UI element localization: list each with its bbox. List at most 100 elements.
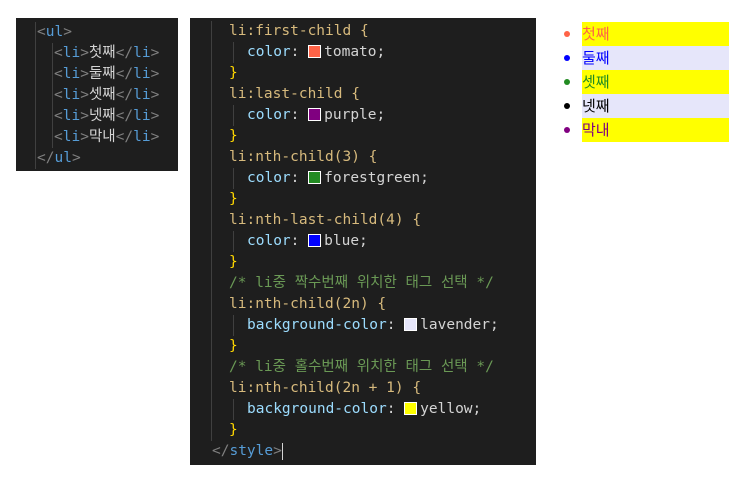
html-code-line: <li>셋째</li>	[16, 85, 178, 106]
css-selector: li:last-child {	[229, 86, 360, 102]
list-item-label: 둘째	[582, 46, 729, 70]
css-value: purple	[324, 107, 377, 123]
css-code-line: color: forestgreen;	[190, 168, 536, 189]
css-code-line: /* li중 짝수번째 위치한 태그 선택 */	[190, 273, 536, 294]
color-swatch[interactable]	[308, 170, 322, 184]
indent-guide	[211, 42, 212, 63]
list-item-label: 막내	[582, 118, 729, 142]
indent-guide	[35, 43, 36, 64]
list-item: 첫째	[562, 22, 729, 46]
style-end-tag: style	[229, 443, 274, 459]
list-item: 넷째	[562, 94, 729, 118]
close-tag-name: li	[133, 129, 151, 145]
html-code-line: <li>첫째</li>	[16, 43, 178, 64]
css-selector: li:nth-child(2n + 1) {	[229, 380, 422, 396]
css-code-line: li:nth-child(3) {	[190, 147, 536, 168]
indent-guide	[211, 105, 212, 126]
indent-guide	[35, 22, 36, 43]
text-cursor	[281, 442, 283, 460]
css-value: tomato	[324, 44, 377, 60]
close-tag-name: li	[133, 66, 151, 82]
css-code-line: /* li중 홀수번째 위치한 태그 선택 */	[190, 357, 536, 378]
css-code-line: color: purple;	[190, 105, 536, 126]
closing-brace: }	[229, 128, 238, 144]
open-tag-name: li	[62, 108, 81, 124]
css-code-line: </style>	[212, 442, 283, 460]
closing-brace: }	[229, 191, 238, 207]
list-item-text: 넷째	[88, 108, 116, 124]
css-code-line: }	[190, 252, 536, 273]
indent-guide	[233, 315, 234, 336]
bullet-icon	[564, 79, 570, 85]
css-selector: li:nth-child(2n) {	[229, 296, 387, 312]
css-code-line: }	[190, 63, 536, 84]
bullet-icon	[564, 127, 570, 133]
list-item: 셋째	[562, 70, 729, 94]
css-property: color	[247, 107, 291, 123]
html-code-line: </ul>	[16, 148, 178, 169]
css-code-line: }	[190, 189, 536, 210]
css-property: color	[247, 170, 291, 186]
css-selector: li:nth-child(3) {	[229, 149, 378, 165]
color-swatch[interactable]	[308, 233, 322, 247]
html-code-editor[interactable]: <ul> <li>첫째</li> <li>둘째</li> <li>셋째</li> <li…	[16, 18, 178, 171]
css-comment: /* li중 짝수번째 위치한 태그 선택 */	[229, 275, 494, 291]
html-code-line: <li>막내</li>	[16, 127, 178, 148]
indent-guide	[233, 168, 234, 189]
indent-guide	[211, 168, 212, 189]
list-item: 막내	[562, 118, 729, 142]
css-code-line: color: tomato;	[190, 42, 536, 63]
close-tag-name: li	[133, 108, 151, 124]
indent-guide	[211, 126, 212, 147]
open-tag-name: li	[62, 129, 81, 145]
close-tag-name: li	[133, 45, 151, 61]
color-swatch[interactable]	[308, 107, 322, 121]
css-code-line: li:nth-last-child(4) {	[190, 210, 536, 231]
indent-guide	[211, 420, 212, 441]
indent-guide	[35, 64, 36, 85]
color-swatch[interactable]	[404, 401, 418, 415]
open-tag-name: ul	[45, 24, 64, 40]
css-comment: /* li중 홀수번째 위치한 태그 선택 */	[229, 359, 494, 375]
closing-brace: }	[229, 254, 238, 270]
indent-guide	[211, 399, 212, 420]
list-item-text: 셋째	[88, 87, 116, 103]
html-code-line: <li>둘째</li>	[16, 64, 178, 85]
indent-guide	[35, 85, 36, 106]
indent-guide	[211, 147, 212, 168]
indent-guide	[52, 106, 53, 127]
css-code-line: li:nth-child(2n + 1) {	[190, 378, 536, 399]
indent-guide	[211, 21, 212, 42]
indent-guide	[233, 399, 234, 420]
color-swatch[interactable]	[308, 44, 322, 58]
html-code-line: <li>넷째</li>	[16, 106, 178, 127]
css-selector: li:nth-last-child(4) {	[229, 212, 422, 228]
close-tag-name: li	[133, 87, 151, 103]
indent-guide	[52, 127, 53, 148]
list-item-text: 막내	[88, 129, 116, 145]
closing-brace: }	[229, 338, 238, 354]
close-tag-name: ul	[54, 150, 72, 166]
indent-guide	[35, 127, 36, 148]
indent-guide	[211, 357, 212, 378]
css-code-line: color: blue;	[190, 231, 536, 252]
css-code-line: }	[190, 420, 536, 441]
css-value: lavender	[420, 317, 490, 333]
rendered-list-preview: 첫째 둘째 셋째 넷째 막내	[562, 22, 729, 142]
indent-guide	[233, 105, 234, 126]
list-item-text: 둘째	[88, 66, 116, 82]
color-swatch[interactable]	[404, 317, 418, 331]
css-code-line: li:last-child {	[190, 84, 536, 105]
css-property: color	[247, 44, 291, 60]
css-code-line: }	[190, 336, 536, 357]
indent-guide	[211, 315, 212, 336]
closing-brace: }	[229, 422, 238, 438]
list-item-label: 셋째	[582, 70, 729, 94]
bullet-icon	[564, 103, 570, 109]
css-code-editor[interactable]: li:first-child {color: tomato;} li:last-c…	[190, 18, 536, 465]
css-code-line: }	[190, 126, 536, 147]
html-code-line: <ul>	[16, 22, 178, 43]
css-code-line: li:first-child {	[190, 21, 536, 42]
css-property: background-color	[247, 401, 387, 417]
indent-guide	[52, 43, 53, 64]
